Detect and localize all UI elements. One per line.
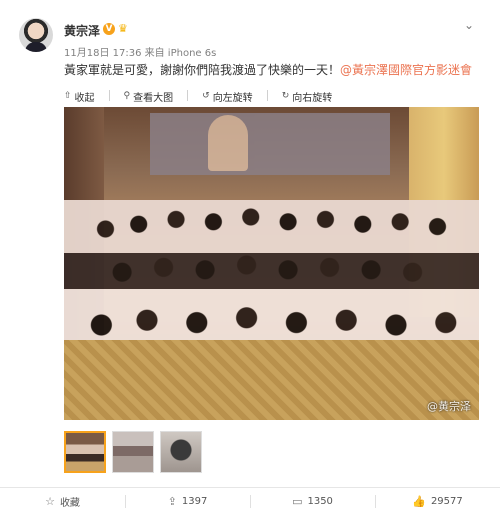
rotate-left-label: 向左旋转 (212, 92, 253, 104)
thumbs-up-icon: 👍 (412, 494, 426, 508)
comment-count: 1350 (307, 495, 333, 507)
verified-badge-icon: V (103, 23, 115, 35)
post-text-main: 黃家軍就是可愛，謝謝你們陪我渡過了快樂的一天！ (64, 63, 341, 77)
favorite-label: 收藏 (59, 497, 80, 509)
thumbnail-1[interactable] (64, 431, 106, 473)
comment-icon: ▭ (292, 494, 303, 508)
carpet (64, 340, 479, 420)
photo-watermark: @黄宗泽 (427, 400, 471, 413)
weibo-post-card: 黄宗泽 V ♛ 11月18日 17:36 来自 iPhone 6s ⌄ 黃家軍就… (0, 0, 500, 514)
view-large-button[interactable]: ⚲ 查看大图 (123, 89, 174, 104)
chevron-down-icon[interactable]: ⌄ (462, 18, 476, 32)
avatar[interactable] (19, 18, 53, 52)
divider (108, 90, 110, 101)
repost-button[interactable]: ⇪ 1397 (125, 488, 250, 514)
post-text: 黃家軍就是可愛，謝謝你們陪我渡過了快樂的一天！@黃宗澤國際官方影迷會 (64, 61, 472, 78)
repost-count: 1397 (181, 495, 208, 507)
image-toolbar: ⇧ 收起 ⚲ 查看大图 ↺ 向左旋转 ↻ 向右旋转 (64, 89, 333, 104)
post-meta: 11月18日 17:36 来自 iPhone 6s (64, 48, 217, 59)
rotate-right-icon: ↻ (281, 91, 290, 101)
repost-icon: ⇪ (167, 494, 177, 508)
divider (187, 90, 189, 101)
rotate-right-label: 向右旋转 (292, 92, 333, 104)
action-bar: ☆ 收藏 ⇪ 1397 ▭ 1350 👍 29577 (0, 487, 500, 514)
collapse-icon: ⇧ (64, 91, 72, 101)
like-button[interactable]: 👍 29577 (375, 488, 500, 514)
magnifier-icon: ⚲ (123, 91, 131, 101)
mention-link[interactable]: @黃宗澤國際官方影迷會 (340, 63, 472, 77)
group-photo[interactable]: @黄宗泽 (64, 107, 479, 420)
thumbnail-3[interactable] (160, 431, 202, 473)
collapse-label: 收起 (74, 92, 95, 104)
thumbnail-2[interactable] (112, 431, 154, 473)
thumbnail-strip (64, 431, 202, 473)
rotate-left-button[interactable]: ↺ 向左旋转 (202, 89, 253, 104)
collapse-button[interactable]: ⇧ 收起 (64, 89, 95, 104)
like-count: 29577 (430, 495, 463, 507)
comment-button[interactable]: ▭ 1350 (250, 488, 375, 514)
favorite-button[interactable]: ☆ 收藏 (0, 488, 125, 514)
star-icon: ☆ (45, 494, 55, 508)
view-large-label: 查看大图 (133, 92, 174, 104)
username[interactable]: 黄宗泽 (64, 22, 100, 39)
divider (266, 90, 268, 101)
rotate-left-icon: ↺ (202, 91, 210, 101)
rotate-right-button[interactable]: ↻ 向右旋转 (281, 89, 333, 104)
crown-icon: ♛ (118, 22, 128, 35)
